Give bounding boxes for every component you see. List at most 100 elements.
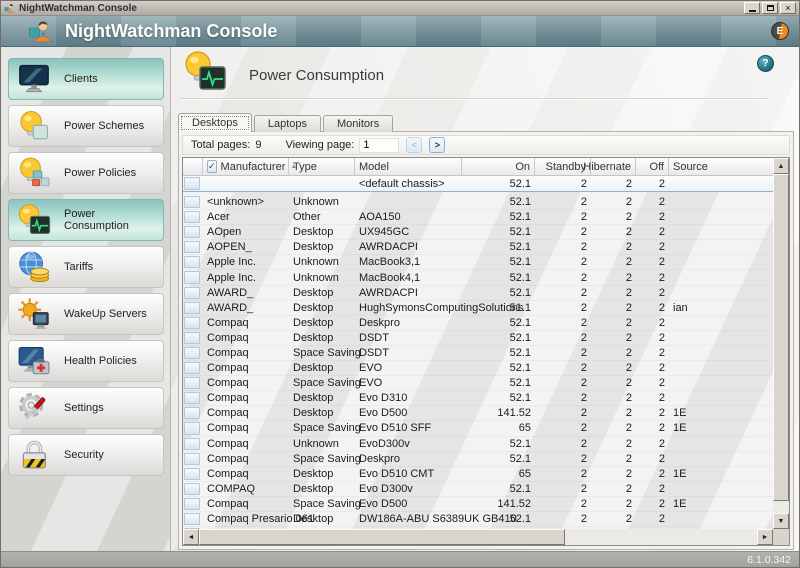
vertical-scroll-thumb[interactable] xyxy=(773,174,789,501)
header-row-selector[interactable] xyxy=(183,158,203,175)
sidebar-item-label: Power Policies xyxy=(64,167,136,179)
cell-model: MacBook3,1 xyxy=(355,256,462,268)
horizontal-scroll-track[interactable] xyxy=(565,529,757,545)
titlebar[interactable]: NightWatchman Console × xyxy=(1,1,799,16)
row-selector[interactable] xyxy=(183,512,203,526)
row-selector[interactable] xyxy=(183,316,203,330)
column-header-on[interactable]: On xyxy=(462,158,535,175)
app-title: NightWatchman Console xyxy=(65,21,277,42)
bulb-scheme-icon xyxy=(17,109,51,143)
table-row[interactable]: CompaqDesktopEvo D31052.1222 xyxy=(183,391,773,406)
sidebar-item-power-policies[interactable]: Power Policies xyxy=(8,152,164,194)
row-selector[interactable] xyxy=(183,391,203,405)
column-select-dropdown-icon[interactable]: ✓ xyxy=(207,160,217,173)
gear-screwdriver-icon xyxy=(17,391,51,425)
row-selector[interactable] xyxy=(183,240,203,254)
sidebar-item-clients[interactable]: Clients xyxy=(8,58,164,100)
table-row[interactable]: CompaqDesktopDeskpro52.1222 xyxy=(183,316,773,331)
close-button[interactable]: × xyxy=(780,2,796,14)
row-selector[interactable] xyxy=(183,482,203,496)
table-row[interactable]: CompaqDesktopEvo D510 CMT652221E xyxy=(183,467,773,482)
sidebar-item-power-consumption[interactable]: Power Consumption xyxy=(8,199,164,241)
tab-laptops[interactable]: Laptops xyxy=(254,115,321,132)
table-row[interactable]: Compaq Presario 061DesktopDW186A-ABU S63… xyxy=(183,512,773,527)
table-row[interactable]: CompaqDesktopEvo D500141.522221E xyxy=(183,406,773,421)
table-row[interactable]: Apple Inc.UnknownMacBook4,152.1222 xyxy=(183,270,773,285)
minimize-button[interactable] xyxy=(744,2,760,14)
cell-manufacturer: Compaq xyxy=(203,422,289,434)
row-selector[interactable] xyxy=(183,421,203,435)
scroll-up-icon[interactable]: ▲ xyxy=(773,158,789,174)
table-row[interactable]: CompaqUnknownEvoD300v52.1222 xyxy=(183,437,773,452)
table-row[interactable]: CompaqSpace SavingEvo D510 SFF652221E xyxy=(183,421,773,436)
table-row[interactable]: AOpenDesktopUX945GC52.1222 xyxy=(183,225,773,240)
sidebar-item-tariffs[interactable]: Tariffs xyxy=(8,246,164,288)
help-icon[interactable]: ? xyxy=(757,55,774,72)
table-row[interactable]: AWARD_DesktopAWRDACPI52.1222 xyxy=(183,286,773,301)
row-selector[interactable] xyxy=(183,406,203,420)
row-selector[interactable] xyxy=(183,452,203,466)
table-row[interactable]: Apple Inc.UnknownMacBook3,152.1222 xyxy=(183,255,773,270)
cell-on: 52.1 xyxy=(462,226,535,238)
row-selector[interactable] xyxy=(183,437,203,451)
table-row[interactable]: AcerOtherAOA15052.1222 xyxy=(183,210,773,225)
horizontal-scroll-thumb[interactable] xyxy=(199,529,565,545)
sidebar-item-security[interactable]: Security xyxy=(8,434,164,476)
row-selector[interactable] xyxy=(183,210,203,224)
column-header-source[interactable]: Source xyxy=(669,158,773,175)
row-selector[interactable] xyxy=(183,331,203,345)
sidebar-item-settings[interactable]: Settings xyxy=(8,387,164,429)
row-selector[interactable] xyxy=(183,176,203,191)
table-row[interactable]: CompaqSpace SavingDSDT52.1222 xyxy=(183,346,773,361)
next-page-button[interactable]: > xyxy=(429,137,445,153)
row-selector-box xyxy=(184,177,200,190)
table-row[interactable]: CompaqDesktopDSDT52.1222 xyxy=(183,331,773,346)
table-row[interactable]: <unknown>Unknown52.1222 xyxy=(183,195,773,210)
column-header-model[interactable]: Model xyxy=(355,158,462,175)
sidebar-item-label: WakeUp Servers xyxy=(64,308,147,320)
table-row[interactable]: AWARD_DesktopHughSymonsComputingSolution… xyxy=(183,301,773,316)
sidebar-item-wakeup-servers[interactable]: WakeUp Servers xyxy=(8,293,164,335)
row-selector[interactable] xyxy=(183,225,203,239)
table-row[interactable]: COMPAQDesktopEvo D300v52.1222 xyxy=(183,482,773,497)
row-selector[interactable] xyxy=(183,361,203,375)
sidebar-item-power-schemes[interactable]: Power Schemes xyxy=(8,105,164,147)
row-selector[interactable] xyxy=(183,270,203,284)
cell-off: 2 xyxy=(636,332,669,344)
cell-hibernate: 2 xyxy=(591,211,636,223)
cell-standby: 2 xyxy=(535,317,591,329)
column-header-off[interactable]: Off xyxy=(636,158,669,175)
row-selector[interactable] xyxy=(183,255,203,269)
scroll-right-icon[interactable]: ► xyxy=(757,529,773,545)
previous-page-button[interactable]: < xyxy=(406,137,422,153)
table-row[interactable]: <default chassis>52.1222 xyxy=(183,176,773,192)
tab-desktops[interactable]: Desktops xyxy=(178,113,252,132)
sidebar-item-health-policies[interactable]: Health Policies xyxy=(8,340,164,382)
row-selector[interactable] xyxy=(183,467,203,481)
scroll-down-icon[interactable]: ▼ xyxy=(773,513,789,529)
table-row[interactable]: CompaqDesktopEVO52.1222 xyxy=(183,361,773,376)
horizontal-scrollbar[interactable]: ◄ ► xyxy=(183,529,773,545)
row-selector[interactable] xyxy=(183,346,203,360)
cell-manufacturer: AWARD_ xyxy=(203,302,289,314)
table-row[interactable]: CompaqSpace SavingDeskpro52.1222 xyxy=(183,452,773,467)
cell-hibernate: 2 xyxy=(591,513,636,525)
column-header-type[interactable]: Type xyxy=(289,158,355,175)
row-selector[interactable] xyxy=(183,286,203,300)
column-header-hibernate[interactable]: Hibernate xyxy=(591,158,636,175)
table-row[interactable]: CompaqSpace SavingEVO52.1222 xyxy=(183,376,773,391)
page-number-input[interactable] xyxy=(359,138,399,153)
table-row[interactable]: AOPEN_DesktopAWRDACPI52.1222 xyxy=(183,240,773,255)
cell-manufacturer: AWARD_ xyxy=(203,287,289,299)
restore-button[interactable] xyxy=(762,2,778,14)
table-row[interactable]: CompaqSpace SavingEvo D500141.522221E xyxy=(183,497,773,512)
column-header-manufacturer[interactable]: ✓ Manufacturer ▲ xyxy=(203,158,289,175)
tab-monitors[interactable]: Monitors xyxy=(323,115,393,132)
row-selector[interactable] xyxy=(183,195,203,209)
row-selector[interactable] xyxy=(183,301,203,315)
row-selector[interactable] xyxy=(183,497,203,511)
row-selector[interactable] xyxy=(183,376,203,390)
vertical-scrollbar[interactable]: ▲ ▼ xyxy=(773,158,789,529)
cell-standby: 2 xyxy=(535,287,591,299)
scroll-left-icon[interactable]: ◄ xyxy=(183,529,199,545)
